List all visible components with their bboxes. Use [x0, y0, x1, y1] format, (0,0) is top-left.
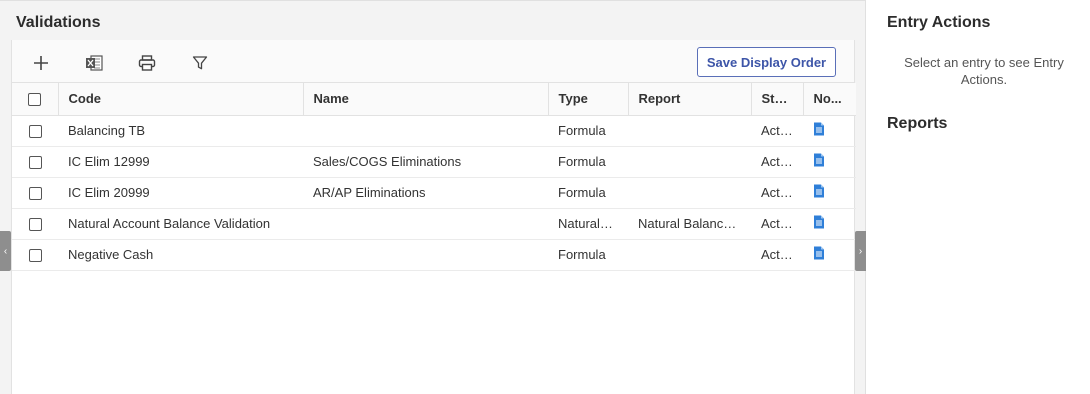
cell-report: [628, 146, 751, 178]
cell-status: Active: [751, 208, 803, 240]
cell-status: Active: [751, 146, 803, 178]
cell-code: Balancing TB: [58, 115, 303, 147]
cell-type: NaturalBa...: [548, 208, 628, 240]
column-header-code[interactable]: Code: [58, 83, 304, 116]
cell-type: Formula: [548, 146, 628, 178]
select-all-header: [12, 83, 59, 116]
document-icon[interactable]: [813, 246, 825, 263]
cell-name: AR/AP Eliminations: [303, 177, 548, 209]
document-icon[interactable]: [813, 153, 825, 170]
select-all-checkbox[interactable]: [28, 93, 42, 107]
row-checkbox-cell: [12, 177, 58, 209]
filter-icon[interactable]: [189, 52, 211, 74]
cell-notes: [803, 146, 856, 178]
add-icon[interactable]: [30, 52, 52, 74]
row-checkbox[interactable]: [28, 187, 42, 201]
cell-code: Natural Account Balance Validation: [58, 208, 303, 240]
table-header-row: Code Name Type Report Sta... No...: [12, 83, 856, 116]
side-panel: Entry Actions Select an entry to see Ent…: [867, 0, 1090, 394]
cell-report: [628, 177, 751, 209]
row-checkbox[interactable]: [28, 156, 42, 170]
row-checkbox[interactable]: [28, 218, 42, 232]
cell-notes: [803, 177, 856, 209]
column-header-notes[interactable]: No...: [803, 83, 856, 116]
table-row[interactable]: Negative Cash Formula Active: [12, 239, 856, 271]
entry-actions-message: Select an entry to see Entry Actions.: [904, 55, 1064, 87]
row-checkbox[interactable]: [28, 125, 42, 139]
row-checkbox-cell: [12, 208, 58, 240]
cell-status: Active: [751, 115, 803, 147]
row-checkbox-cell: [12, 115, 58, 147]
cell-report: [628, 115, 751, 147]
cell-notes: [803, 115, 856, 147]
validations-panel: Validations Save Display Order Code Name…: [0, 0, 866, 394]
chevron-right-icon: ›: [858, 245, 863, 257]
cell-notes: [803, 239, 856, 271]
column-header-type[interactable]: Type: [548, 83, 629, 116]
excel-icon[interactable]: [83, 52, 105, 74]
toolbar: Save Display Order: [12, 40, 854, 83]
cell-code: Negative Cash: [58, 239, 303, 271]
cell-type: Formula: [548, 177, 628, 209]
table-row[interactable]: IC Elim 12999 Sales/COGS Eliminations Form…: [12, 146, 856, 178]
table-row[interactable]: Natural Account Balance Validation Natura…: [12, 208, 856, 240]
page-title: Validations: [16, 14, 101, 31]
row-checkbox-cell: [12, 146, 58, 178]
collapse-right-handle[interactable]: ›: [855, 231, 866, 271]
row-checkbox[interactable]: [28, 249, 42, 263]
reports-title: Reports: [887, 115, 948, 132]
cell-status: Active: [751, 239, 803, 271]
cell-name: Sales/COGS Eliminations: [303, 146, 548, 178]
table-row[interactable]: IC Elim 20999 AR/AP Eliminations Formula Ac…: [12, 177, 856, 209]
collapse-left-handle[interactable]: ‹: [0, 231, 11, 271]
column-header-report[interactable]: Report: [628, 83, 752, 116]
cell-code: IC Elim 12999: [58, 146, 303, 178]
validations-grid-container: Save Display Order Code Name Type Report…: [11, 40, 856, 394]
cell-code: IC Elim 20999: [58, 177, 303, 209]
cell-type: Formula: [548, 115, 628, 147]
document-icon[interactable]: [813, 215, 825, 232]
column-header-name[interactable]: Name: [303, 83, 549, 116]
cell-status: Active: [751, 177, 803, 209]
chevron-left-icon: ‹: [3, 245, 8, 257]
cell-report: Natural Balance ...: [628, 208, 751, 240]
row-checkbox-cell: [12, 239, 58, 271]
cell-notes: [803, 208, 856, 240]
cell-name: [303, 239, 548, 271]
cell-name: [303, 115, 548, 147]
document-icon[interactable]: [813, 184, 825, 201]
cell-type: Formula: [548, 239, 628, 271]
save-display-order-button[interactable]: Save Display Order: [697, 47, 836, 77]
entry-actions-title: Entry Actions: [887, 14, 991, 31]
table-row[interactable]: Balancing TB Formula Active: [12, 115, 856, 147]
cell-report: [628, 239, 751, 271]
print-icon[interactable]: [136, 52, 158, 74]
column-header-status[interactable]: Sta...: [751, 83, 804, 116]
cell-name: [303, 208, 548, 240]
document-icon[interactable]: [813, 122, 825, 139]
validations-table: Code Name Type Report Sta... No... Balan…: [12, 83, 856, 271]
